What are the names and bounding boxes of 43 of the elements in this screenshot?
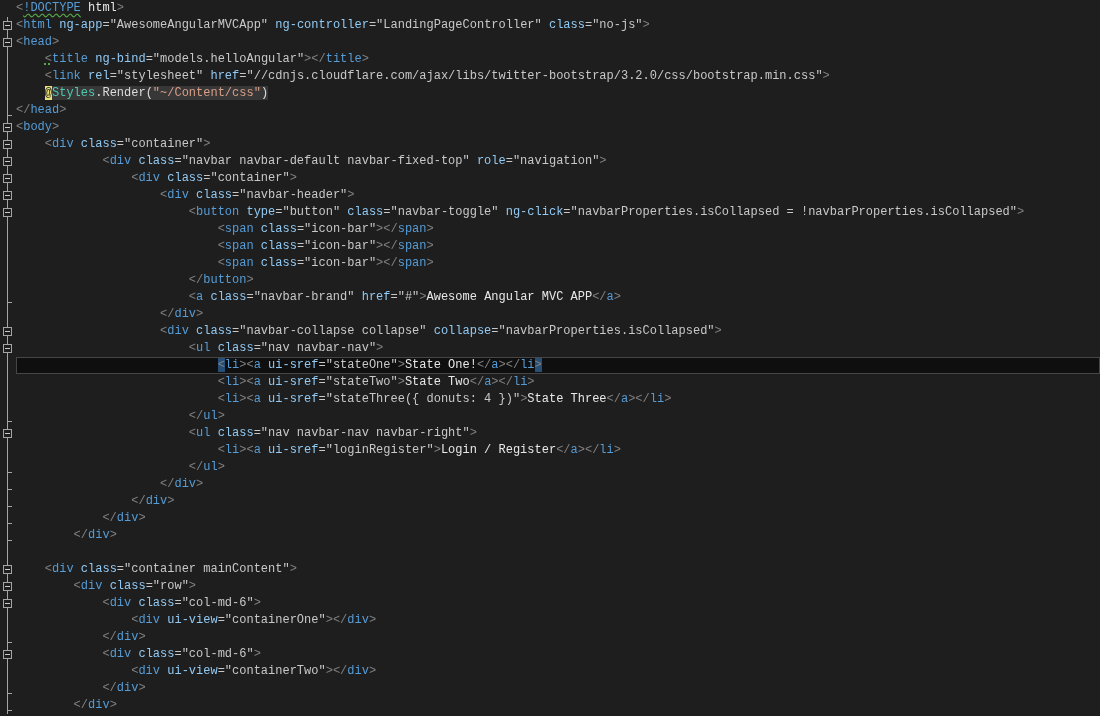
code-line: <div class="navbar-header"> (159, 187, 355, 204)
code-line: </button> (187, 272, 254, 289)
code-line: <li><a ui-sref="stateTwo">State Two</a></li> (216, 374, 535, 391)
code-line: <div ui-view="containerOne"></div> (130, 612, 377, 629)
code-line: </div> (101, 510, 146, 527)
code-line: <a class="navbar-brand" href="#">Awesome Angular MVC APP</a> (187, 289, 621, 306)
code-line: @Styles.Render("~/Content/css") (43, 85, 269, 102)
code-line: <span class="icon-bar"></span> (216, 238, 434, 255)
code-line: <body> (16, 119, 60, 136)
code-line: <div class="row"> (72, 578, 197, 595)
code-line: </div> (101, 680, 146, 697)
code-line: <li><a ui-sref="loginRegister">Login / Register</a></li> (216, 442, 621, 459)
code-line: <div class="navbar navbar-default navbar-fixed-top" role="navigation"> (101, 153, 607, 170)
code-line: <div class="navbar-collapse collapse" collapse="navbarProperties.isCollapsed"> (159, 323, 722, 340)
code-line: <!DOCTYPE html> (16, 0, 125, 17)
code-line: <span class="icon-bar"></span> (216, 255, 434, 272)
code-line: </div> (72, 527, 117, 544)
code-line: <span class="icon-bar"></span> (216, 221, 434, 238)
code-line: <li><a ui-sref="stateThree({ donuts: 4 })">State Three</a></li> (216, 391, 672, 408)
collapse-icon[interactable] (3, 650, 12, 659)
code-line: <div class="container mainContent"> (43, 561, 297, 578)
code-line: <div class="container"> (43, 136, 211, 153)
code-line: <head> (16, 34, 60, 51)
code-line: </div> (159, 476, 204, 493)
code-line: </div> (101, 629, 146, 646)
code-line: </div> (130, 493, 175, 510)
code-line: </div> (72, 697, 117, 714)
code-line: <link rel="stylesheet" href="//cdnjs.cloudflare.com/ajax/libs/twitter-bootstrap/3.2.0/css/bootstrap.min.css"> (43, 68, 830, 85)
code-line: <html ng-app="AwesomeAngularMVCApp" ng-controller="LandingPageController" class="no-js"> (16, 17, 650, 34)
code-line: <ul class="nav navbar-nav navbar-right"> (187, 425, 477, 442)
code-line: </ul> (187, 459, 225, 476)
code-line: <div class="col-md-6"> (101, 646, 261, 663)
code-line: </head> (16, 102, 67, 119)
code-line: <ul class="nav navbar-nav"> (187, 340, 384, 357)
code-line: <title ng-bind="models.helloAngular"></title> (43, 51, 369, 68)
code-line: <li><a ui-sref="stateOne">State One!</a></li> (216, 357, 542, 374)
code-line: <div class="col-md-6"> (101, 595, 261, 612)
code-line: </ul> (187, 408, 225, 425)
code-line: </div> (159, 306, 204, 323)
collapse-icon[interactable] (3, 429, 12, 438)
code-line: <div ui-view="containerTwo"></div> (130, 663, 377, 680)
code-line: <button type="button" class="navbar-toggle" ng-click="navbarProperties.isCollapsed = !navbarProperties.isCollapsed"> (187, 204, 1025, 221)
code-line: <div class="container"> (130, 170, 297, 187)
